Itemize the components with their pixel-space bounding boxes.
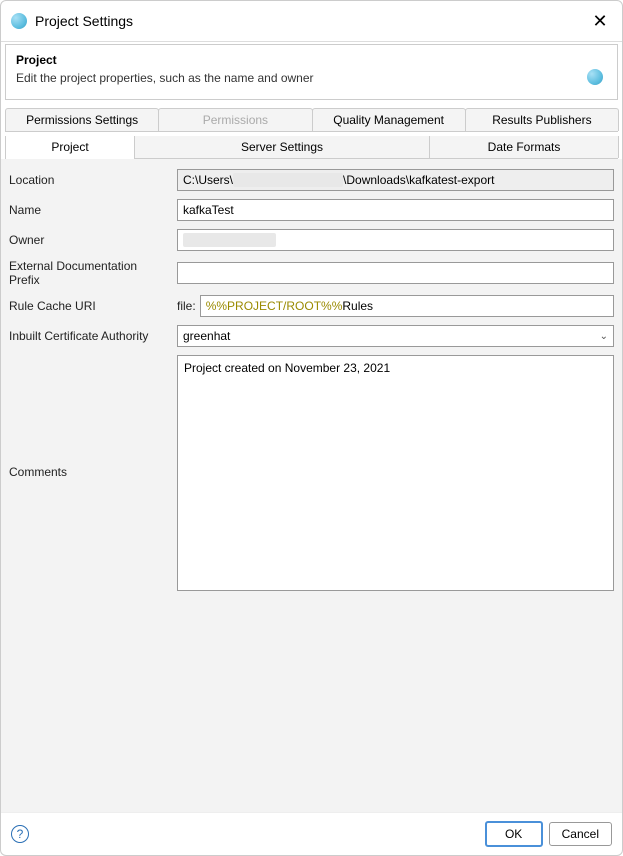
close-button[interactable]: ✕ xyxy=(588,9,612,33)
ext-doc-label: External Documentation Prefix xyxy=(9,259,177,287)
owner-input[interactable]: ██████████ xyxy=(177,229,614,251)
location-obscured: ████████████ xyxy=(233,173,343,187)
tab-permissions-settings[interactable]: Permissions Settings xyxy=(5,108,159,131)
name-input[interactable] xyxy=(177,199,614,221)
header-description: Edit the project properties, such as the… xyxy=(16,71,607,85)
location-label: Location xyxy=(9,173,177,187)
header-title: Project xyxy=(16,53,607,67)
tab-date-formats[interactable]: Date Formats xyxy=(429,136,619,158)
rule-cache-label: Rule Cache URI xyxy=(9,299,177,313)
owner-label: Owner xyxy=(9,233,177,247)
comments-textarea[interactable] xyxy=(177,355,614,591)
dialog-title: Project Settings xyxy=(35,13,588,29)
titlebar: Project Settings ✕ xyxy=(1,1,622,42)
header-panel: Project Edit the project properties, suc… xyxy=(5,44,618,100)
tab-project[interactable]: Project xyxy=(5,136,135,158)
help-button[interactable]: ? xyxy=(11,825,29,843)
tab-row-lower: Project Server Settings Date Formats xyxy=(5,136,618,159)
name-label: Name xyxy=(9,203,177,217)
tab-permissions: Permissions xyxy=(158,108,312,131)
comments-label: Comments xyxy=(9,355,177,479)
tab-row-upper: Permissions Settings Permissions Quality… xyxy=(5,108,618,132)
cert-select[interactable]: greenhat ⌄ xyxy=(177,325,614,347)
location-field: C:\Users\████████████\Downloads\kafkates… xyxy=(177,169,614,191)
rule-cache-input[interactable]: %%PROJECT/ROOT%%Rules xyxy=(200,295,614,317)
tab-server-settings[interactable]: Server Settings xyxy=(134,136,430,158)
rule-cache-prefix: file: xyxy=(177,299,196,313)
owner-obscured: ██████████ xyxy=(183,233,276,247)
app-icon xyxy=(11,13,27,29)
cert-label: Inbuilt Certificate Authority xyxy=(9,329,177,343)
ok-button[interactable]: OK xyxy=(485,821,543,847)
cancel-button[interactable]: Cancel xyxy=(549,822,612,846)
project-settings-dialog: Project Settings ✕ Project Edit the proj… xyxy=(0,0,623,856)
tab-results-publishers[interactable]: Results Publishers xyxy=(465,108,619,131)
form-area: Location C:\Users\████████████\Downloads… xyxy=(1,159,622,812)
chevron-down-icon: ⌄ xyxy=(600,331,608,342)
globe-icon xyxy=(587,69,603,88)
ext-doc-input[interactable] xyxy=(177,262,614,284)
footer: ? OK Cancel xyxy=(1,812,622,855)
tab-quality-management[interactable]: Quality Management xyxy=(312,108,466,131)
